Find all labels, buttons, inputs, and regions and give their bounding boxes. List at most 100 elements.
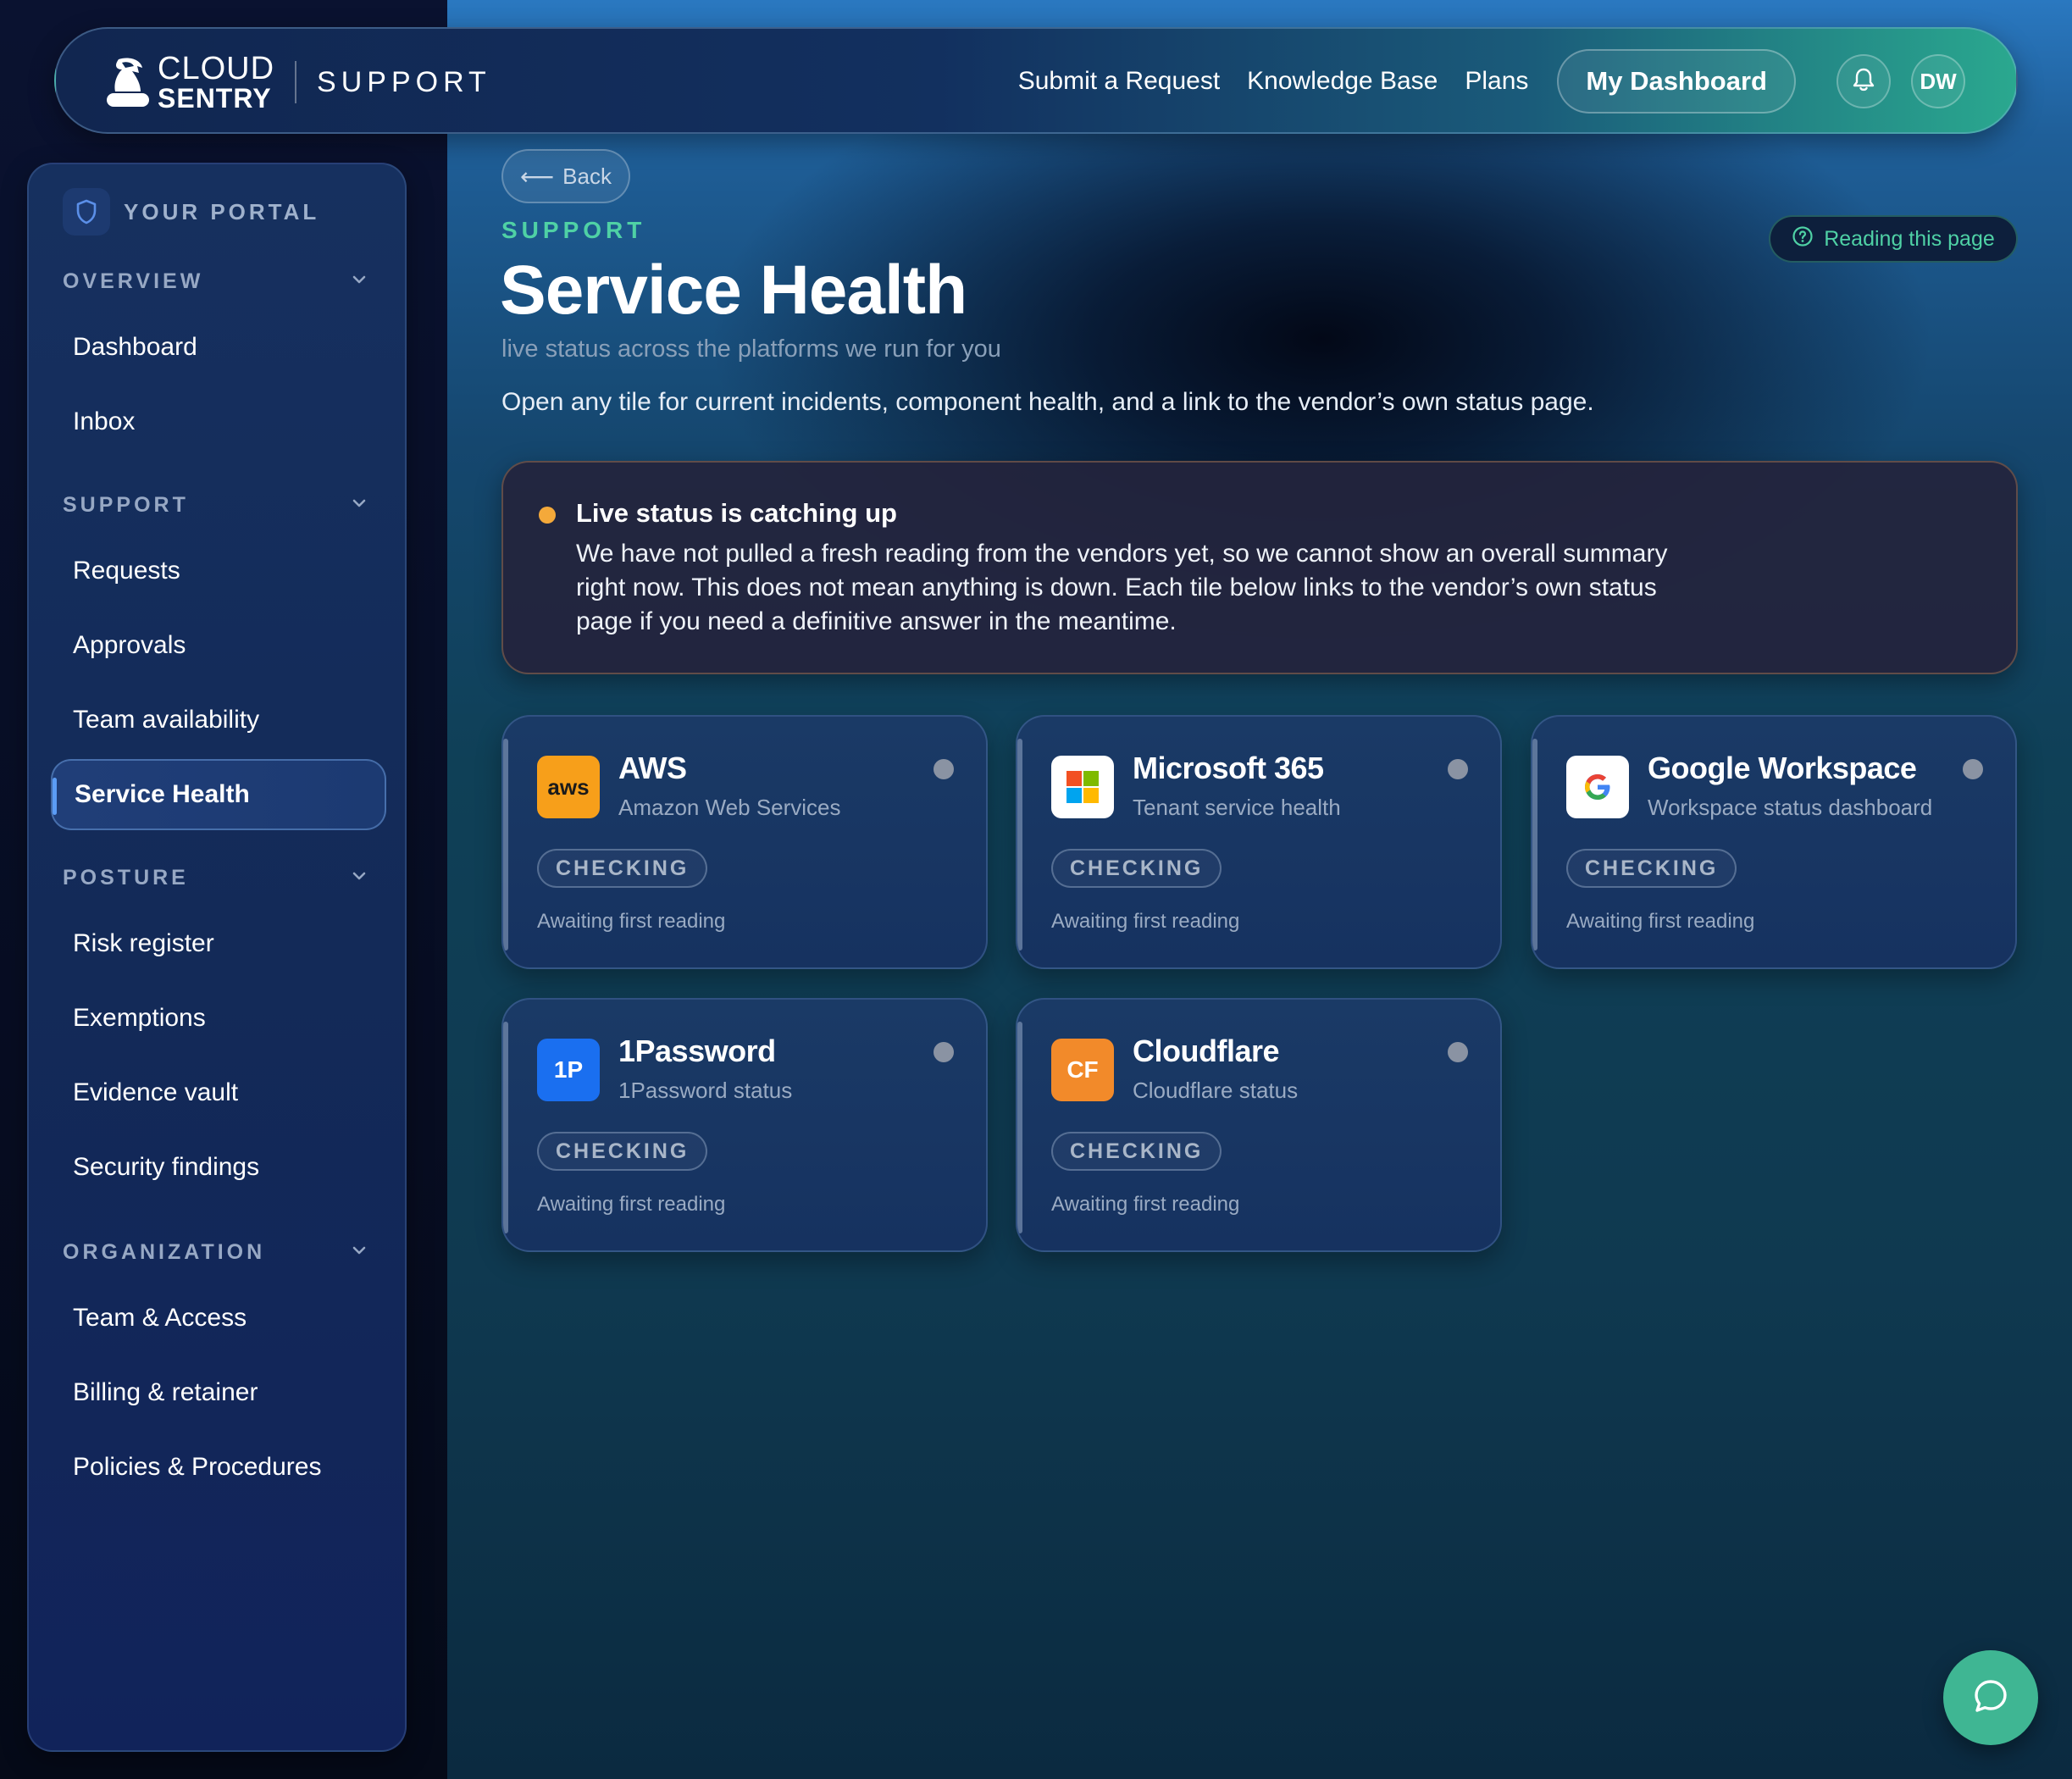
back-button[interactable]: ⟵ Back [501,149,630,203]
status-dot [1448,759,1468,779]
status-dot [934,1042,954,1062]
sidebar: YOUR PORTAL OVERVIEW Dashboard Inbox SUP… [27,163,407,1752]
tile-subtitle: 1Password status [618,1078,793,1103]
tile-title: Google Workspace [1648,751,1917,785]
service-tile-cloudflare[interactable]: CF Cloudflare Cloudflare status CHECKING… [1016,998,1502,1252]
tile-edge [1017,1022,1022,1233]
tile-edge [503,1022,508,1233]
nav-link-submit-request[interactable]: Submit a Request [1018,67,1220,96]
status-badge: CHECKING [537,1132,708,1171]
tile-title: AWS [618,751,687,785]
knight-helmet-icon [103,54,152,110]
sidebar-item-approvals[interactable]: Approvals [51,610,386,681]
brand-name-line2: SENTRY [158,83,272,114]
sidebar-item-billing-retainer[interactable]: Billing & retainer [51,1357,386,1428]
sidebar-item-label: Service Health [75,780,250,808]
tile-title: 1Password [618,1034,776,1068]
service-tile-microsoft-365[interactable]: Microsoft 365 Tenant service health CHEC… [1016,715,1502,969]
help-circle-icon [1792,225,1824,253]
tile-edge [503,739,508,950]
brand-logo[interactable]: CLOUD SENTRY SUPPORT [103,53,491,112]
tile-subtitle: Workspace status dashboard [1648,795,1933,820]
brand-divider [295,61,297,103]
arrow-left-icon: ⟵ [520,163,555,190]
back-label: Back [562,163,612,189]
tile-subtitle: Cloudflare status [1133,1078,1299,1103]
reading-button-label: Reading this page [1824,226,1995,251]
status-dot [1448,1042,1468,1062]
microsoft-logo-icon [1051,756,1114,818]
tile-note: Awaiting first reading [537,1193,726,1216]
aws-logo-icon: aws [537,756,600,818]
chevron-down-icon [351,274,368,290]
section-label: SUPPORT [63,492,189,517]
tile-edge [1532,739,1537,950]
tile-edge [1017,739,1022,950]
section-toggle-organization[interactable]: ORGANIZATION [63,1235,368,1269]
sidebar-item-dashboard[interactable]: Dashboard [51,312,386,383]
section-toggle-support[interactable]: SUPPORT [63,488,368,522]
service-tile-aws[interactable]: aws AWS Amazon Web Services CHECKING Awa… [501,715,988,969]
chevron-down-icon [351,870,368,886]
tile-note: Awaiting first reading [1566,910,1755,933]
page-eyebrow: SUPPORT [501,217,646,243]
chat-support-button[interactable] [1943,1650,2038,1745]
sidebar-item-inbox[interactable]: Inbox [51,386,386,457]
status-badge: CHECKING [1051,1132,1222,1171]
warning-dot-icon [539,507,556,524]
1password-logo-icon: 1P [537,1039,600,1101]
sidebar-item-requests[interactable]: Requests [51,535,386,607]
sidebar-item-team-availability[interactable]: Team availability [51,684,386,756]
portal-label: YOUR PORTAL [124,198,320,224]
active-indicator [53,778,57,815]
nav-link-plans[interactable]: Plans [1465,67,1528,96]
page-title: Service Health [500,252,967,329]
sidebar-item-evidence-vault[interactable]: Evidence vault [51,1057,386,1128]
shield-icon [63,188,110,236]
brand-name-line1: CLOUD [158,51,275,86]
sidebar-item-service-health[interactable]: Service Health [51,759,386,830]
status-alert-banner: Live status is catching up We have not p… [501,461,2018,674]
alert-title: Live status is catching up [576,498,897,528]
sidebar-item-risk-register[interactable]: Risk register [51,908,386,979]
status-dot [934,759,954,779]
tile-note: Awaiting first reading [1051,910,1240,933]
section-label: ORGANIZATION [63,1239,266,1264]
status-badge: CHECKING [1566,849,1737,888]
tile-note: Awaiting first reading [537,910,726,933]
sidebar-item-exemptions[interactable]: Exemptions [51,983,386,1054]
service-tile-google-workspace[interactable]: Google Workspace Workspace status dashbo… [1531,715,2017,969]
tile-title: Microsoft 365 [1133,751,1324,785]
page-description: Open any tile for current incidents, com… [501,388,1594,416]
notifications-button[interactable] [1837,54,1891,108]
section-toggle-posture[interactable]: POSTURE [63,861,368,895]
service-tile-1password[interactable]: 1P 1Password 1Password status CHECKING A… [501,998,988,1252]
google-logo-icon [1566,756,1629,818]
reading-this-page-button[interactable]: Reading this page [1769,215,2018,263]
my-dashboard-button[interactable]: My Dashboard [1557,49,1796,114]
bell-icon [1852,67,1875,97]
section-label: POSTURE [63,865,189,890]
cloudflare-logo-icon: CF [1051,1039,1114,1101]
tile-subtitle: Tenant service health [1133,795,1341,820]
status-badge: CHECKING [1051,849,1222,888]
brand-wordmark: CLOUD SENTRY [158,53,274,112]
section-toggle-overview[interactable]: OVERVIEW [63,264,368,298]
sidebar-item-team-access[interactable]: Team & Access [51,1283,386,1354]
nav-link-knowledge-base[interactable]: Knowledge Base [1247,67,1438,96]
tile-subtitle: Amazon Web Services [618,795,841,820]
page-subtitle: live status across the platforms we run … [501,335,1001,363]
sidebar-item-policies-procedures[interactable]: Policies & Procedures [51,1432,386,1503]
top-navigation-bar: CLOUD SENTRY SUPPORT Submit a Request Kn… [54,27,2018,134]
user-avatar-button[interactable]: DW [1911,54,1965,108]
chat-bubble-icon [1971,1676,2010,1720]
portal-header: YOUR PORTAL [63,188,319,236]
status-badge: CHECKING [537,849,708,888]
avatar-initials: DW [1920,68,1957,94]
chevron-down-icon [351,497,368,513]
sidebar-item-security-findings[interactable]: Security findings [51,1132,386,1203]
chevron-down-icon [351,1244,368,1261]
top-nav: Submit a Request Knowledge Base Plans My… [991,49,1965,114]
status-dot [1963,759,1983,779]
brand-section-label: SUPPORT [317,65,491,98]
